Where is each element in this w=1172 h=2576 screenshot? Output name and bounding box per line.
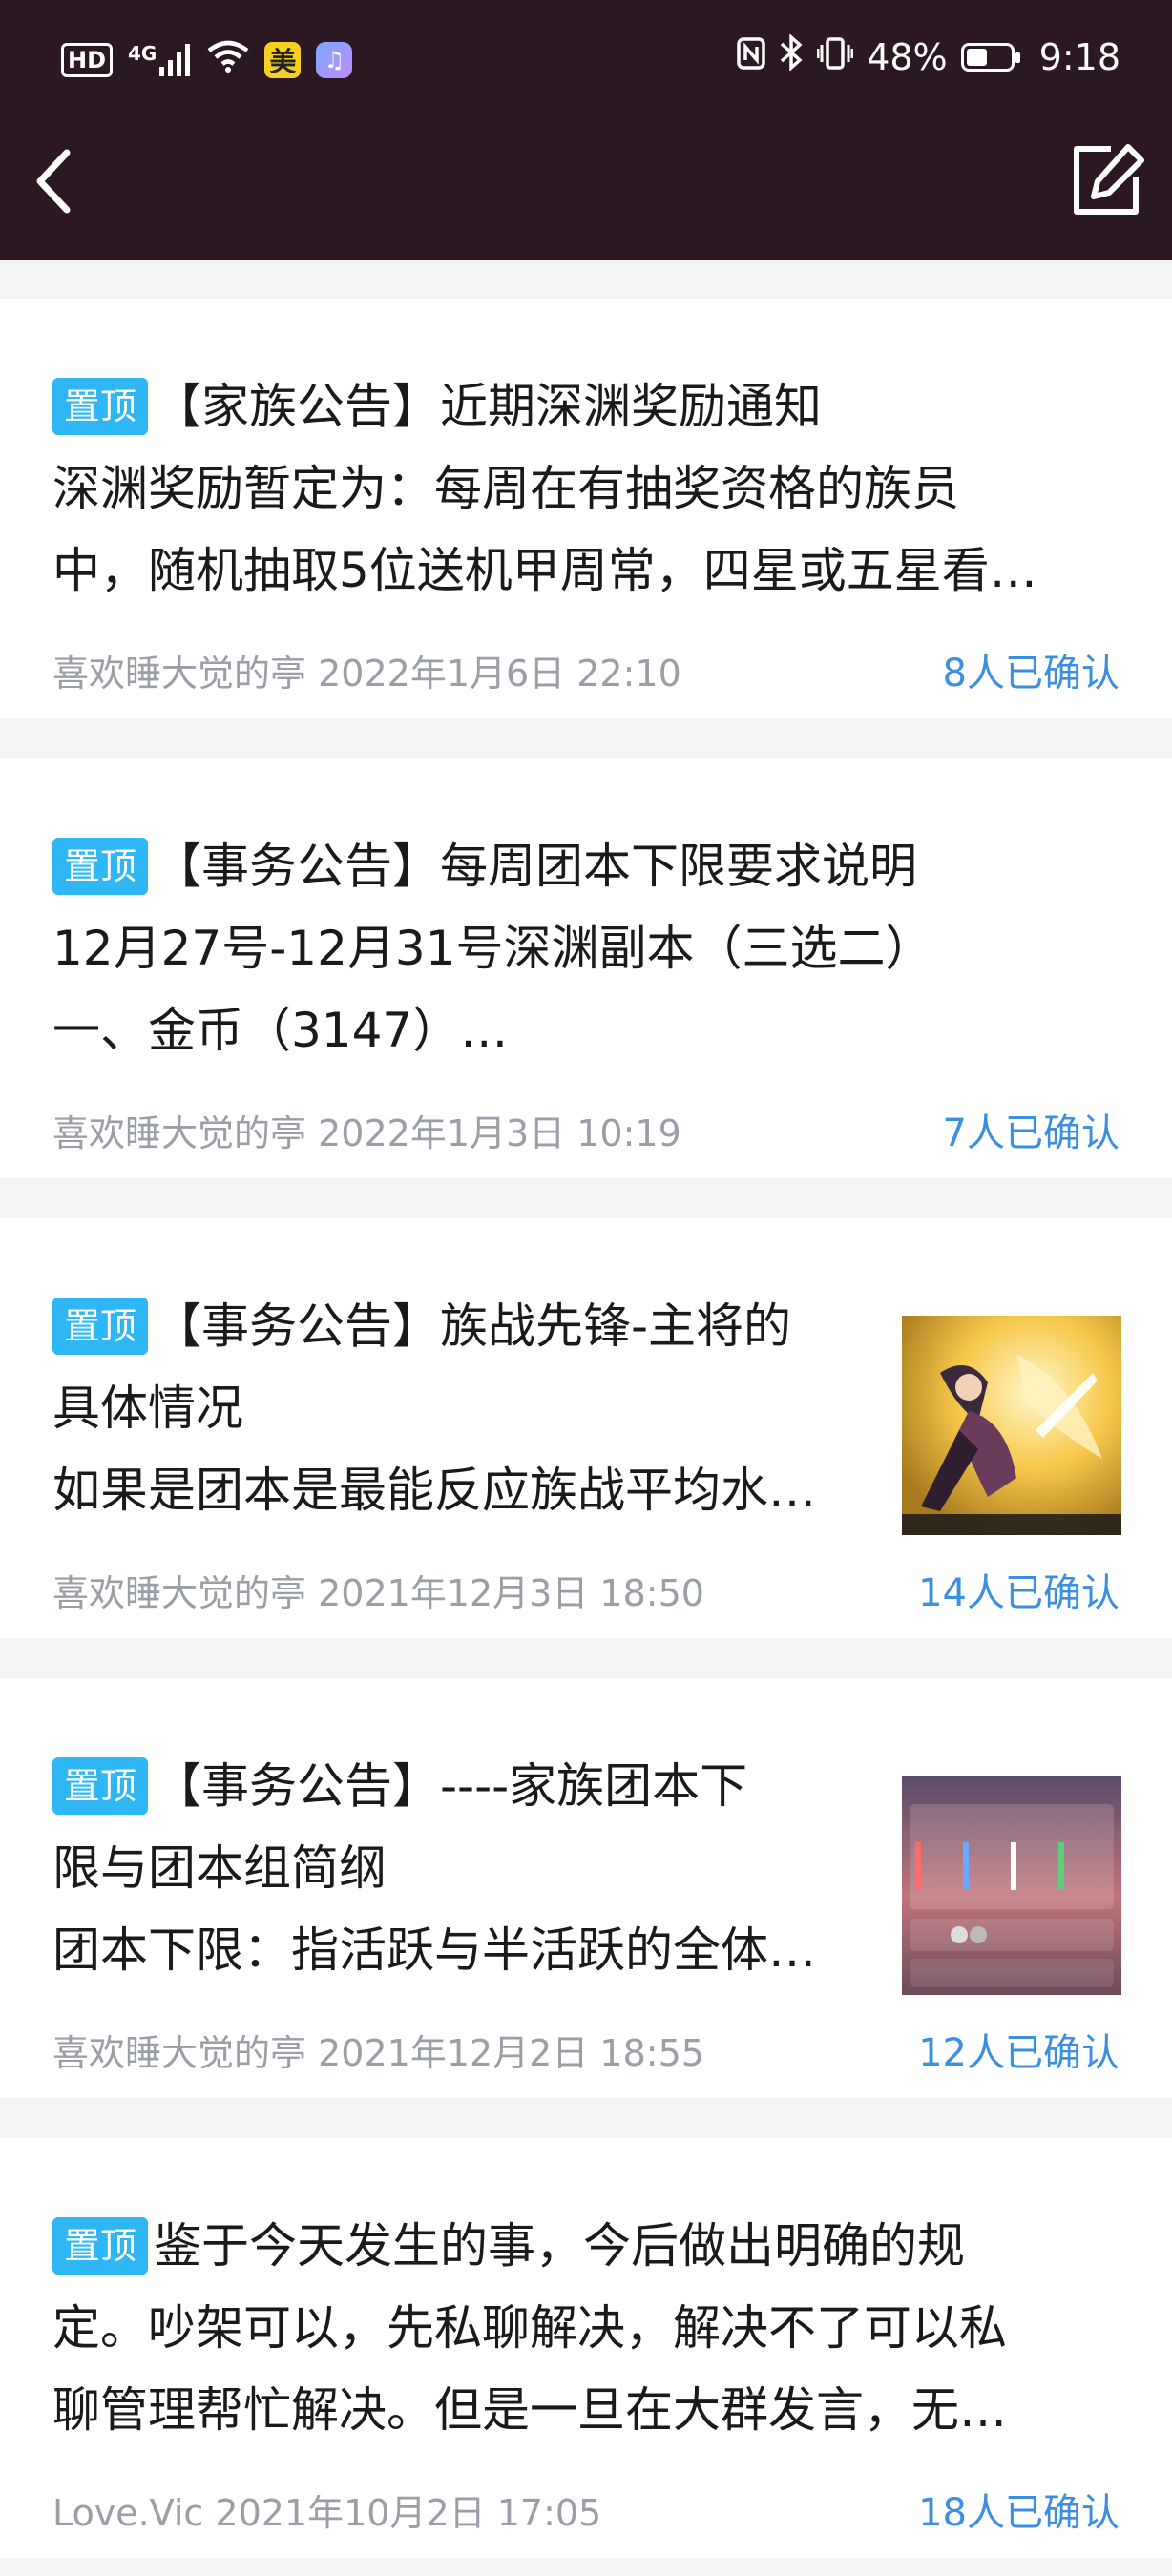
announcement-thumbnail[interactable] [902, 1776, 1121, 1995]
author-name: 喜欢睡大觉的亭 [52, 653, 307, 695]
post-meta: 喜欢睡大觉的亭 2021年12月3日 18:50 [52, 1571, 704, 1615]
announcement-card[interactable]: 置顶 鉴于今天发生的事，今后做出明确的规 定。吵架可以，先私聊解决，解决不了可以私… [0, 2138, 1172, 2558]
post-meta: Love.Vic 2021年10月2日 17:05 [52, 2491, 601, 2535]
pinned-badge: 置顶 [52, 378, 149, 435]
edit-icon [1074, 144, 1144, 215]
post-meta: 喜欢睡大觉的亭 2022年1月3日 10:19 [52, 1111, 681, 1155]
announcement-card[interactable]: 置顶【事务公告】族战先锋-主将的 具体情况 如果是团本是最能反应族战平均水… [0, 1218, 1172, 1638]
announcement-preview-line: 中，随机抽取5位送机甲周常，四星或五星看… [52, 543, 1037, 598]
announcement-title: 【事务公告】----家族团本下 [154, 1758, 748, 1814]
announcement-preview-line: 团本下限：指活跃与半活跃的全体… [52, 1922, 816, 1978]
author-name: 喜欢睡大觉的亭 [52, 1572, 307, 1614]
wifi-icon [207, 38, 249, 82]
pinned-badge: 置顶 [52, 2217, 149, 2275]
announcement-card[interactable]: 置顶 【事务公告】每周团本下限要求说明 12月27号-12月31号深渊副本（三选二… [0, 758, 1172, 1178]
author-name: 喜欢睡大觉的亭 [52, 2032, 307, 2074]
edit-button[interactable] [1069, 141, 1147, 219]
pinned-badge: 置顶 [52, 838, 149, 895]
post-time: 2022年1月3日 10:19 [318, 1112, 681, 1154]
announcement-content: 置顶 【事务公告】每周团本下限要求说明 12月27号-12月31号深渊副本（三选二… [52, 825, 1120, 1071]
top-bar: HD 4G 美 ♫ 48% 9:18 [0, 0, 1172, 260]
confirm-count[interactable]: 8人已确认 [943, 652, 1120, 696]
pinned-badge: 置顶 [52, 1298, 149, 1355]
announcement-title: 鉴于今天发生的事，今后做出明确的规 [154, 2218, 966, 2274]
confirm-count[interactable]: 18人已确认 [918, 2491, 1120, 2535]
announcement-card[interactable]: 置顶 【家族公告】近期深渊奖励通知 深渊奖励暂定为：每周在有抽奖资格的族员 中，随… [0, 299, 1172, 718]
announcement-preview-line: 聊管理帮忙解决。但是一旦在大群发言，无… [52, 2382, 1007, 2438]
status-bar: HD 4G 美 ♫ 48% 9:18 [0, 0, 1172, 118]
announcement-title: 【家族公告】近期深渊奖励通知 [154, 379, 823, 434]
confirm-count[interactable]: 12人已确认 [918, 2031, 1120, 2075]
announcement-content: 置顶 【事务公告】族战先锋-主将的 具体情况 如果是团本是最能反应族战平均水… [52, 1285, 886, 1531]
bluetooth-icon [779, 33, 804, 80]
announcement-title: 【事务公告】族战先锋-主将的 [154, 1298, 792, 1354]
announcement-preview-line: 一、金币（3147）… [52, 1003, 509, 1058]
announcement-content: 置顶 鉴于今天发生的事，今后做出明确的规 定。吵架可以，先私聊解决，解决不了可以私… [52, 2205, 1120, 2451]
announcement-card[interactable]: 置顶 【事务公告】----家族团本下 限与团本组简纲 团本下限：指活跃与半活跃的全… [0, 1678, 1172, 2098]
announcement-preview-line: 12月27号-12月31号深渊副本（三选二） [52, 921, 933, 976]
announcement-title: 【事务公告】每周团本下限要求说明 [154, 839, 918, 894]
nfc-icon [737, 35, 765, 79]
announcement-thumbnail[interactable] [902, 1316, 1121, 1535]
post-meta: 喜欢睡大觉的亭 2021年12月2日 18:55 [52, 2031, 704, 2075]
announcement-preview-line: 深渊奖励暂定为：每周在有抽奖资格的族员 [52, 461, 959, 516]
battery-level-fill [966, 49, 987, 66]
post-time: 2022年1月6日 22:10 [318, 653, 681, 695]
pinned-badge: 置顶 [52, 1757, 149, 1815]
battery-icon [960, 43, 1020, 72]
meituan-app-icon: 美 [264, 42, 302, 78]
confirm-count[interactable]: 7人已确认 [943, 1111, 1120, 1155]
announcement-preview-line: 如果是团本是最能反应族战平均水… [52, 1463, 816, 1518]
post-time: 2021年12月3日 18:50 [318, 1572, 704, 1614]
author-name: 喜欢睡大觉的亭 [52, 1112, 307, 1154]
post-time: 2021年12月2日 18:55 [318, 2032, 704, 2074]
anime-art-image [902, 1316, 1121, 1535]
group-screenshot-image [902, 1776, 1121, 1995]
post-time: 2021年10月2日 17:05 [215, 2492, 602, 2534]
author-name: Love.Vic [52, 2492, 204, 2534]
announcement-preview-line: 定。吵架可以，先私聊解决，解决不了可以私 [52, 2300, 1007, 2356]
announcement-title-continued: 具体情况 [52, 1381, 243, 1436]
announcement-content: 置顶 【事务公告】----家族团本下 限与团本组简纲 团本下限：指活跃与半活跃的全… [52, 1745, 886, 1991]
announcement-title-continued: 限与团本组简纲 [52, 1840, 387, 1896]
battery-percent: 48% [867, 36, 948, 78]
hd-icon: HD [61, 43, 114, 77]
vibrate-icon [816, 35, 854, 79]
post-meta: 喜欢睡大觉的亭 2022年1月6日 22:10 [52, 652, 681, 696]
announcement-content: 置顶 【家族公告】近期深渊奖励通知 深渊奖励暂定为：每周在有抽奖资格的族员 中，随… [52, 365, 1120, 612]
network-type-label: 4G [128, 42, 157, 65]
music-app-icon: ♫ [316, 42, 353, 78]
chevron-left-icon [36, 149, 71, 214]
signal-icon: 4G [128, 44, 192, 76]
back-button[interactable] [25, 143, 86, 219]
clock: 9:18 [1038, 36, 1120, 78]
confirm-count[interactable]: 14人已确认 [918, 1571, 1120, 1615]
